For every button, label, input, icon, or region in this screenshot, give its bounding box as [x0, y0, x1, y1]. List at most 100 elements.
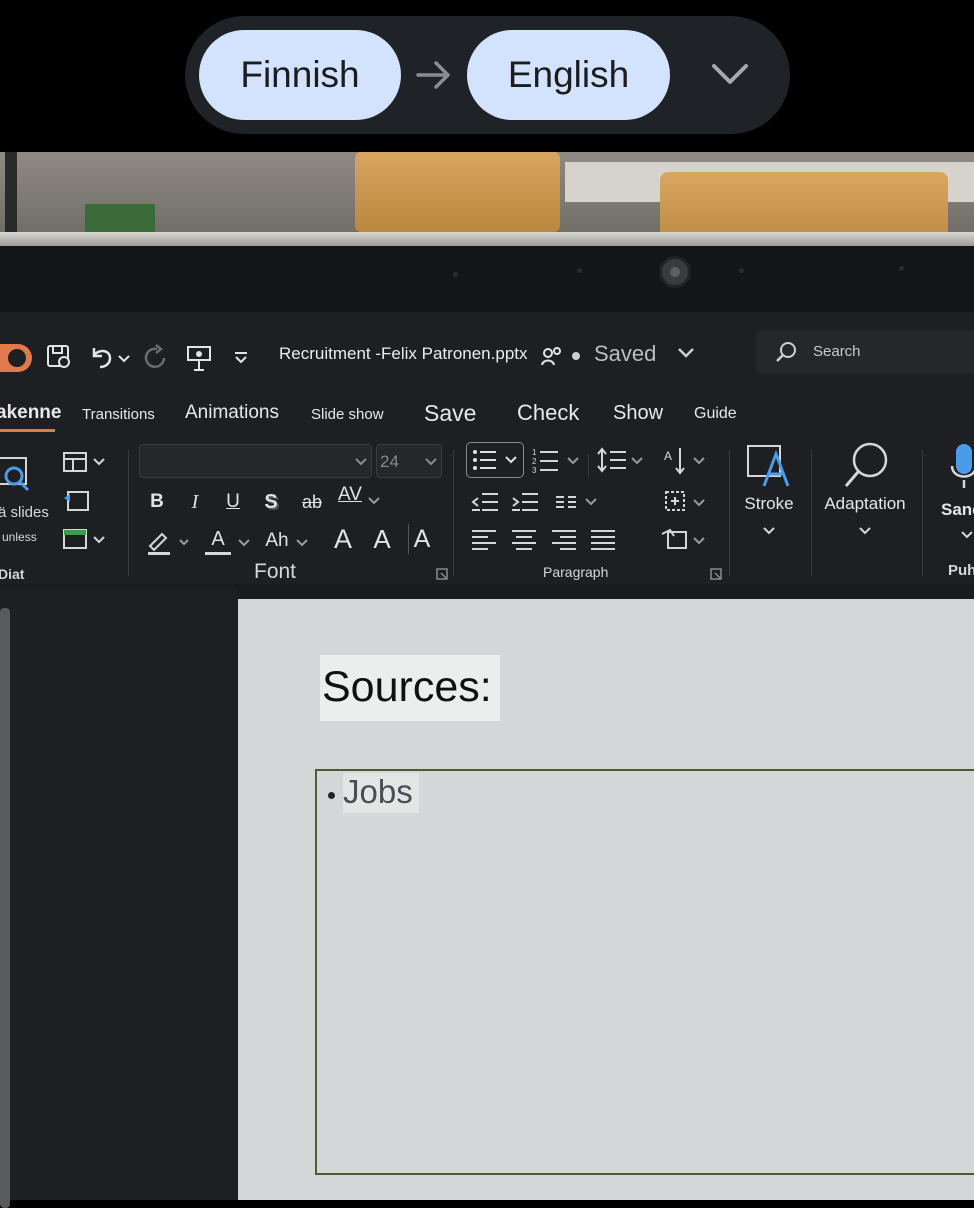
- line-spacing-icon[interactable]: [596, 446, 646, 474]
- language-selector: Finnish English: [185, 16, 790, 134]
- text-direction-icon[interactable]: A: [662, 446, 708, 476]
- align-right-icon[interactable]: [550, 528, 578, 552]
- bullets-button[interactable]: [466, 442, 524, 478]
- divider: [588, 454, 589, 476]
- increase-indent-icon[interactable]: [510, 490, 540, 514]
- align-text-icon[interactable]: [662, 488, 708, 516]
- separator-dot: [572, 352, 580, 360]
- slide-canvas[interactable]: Sources: Jobs: [238, 599, 974, 1200]
- shrink-font-button[interactable]: A: [369, 524, 395, 554]
- laptop-lid-edge: [0, 232, 974, 246]
- webcam: [659, 256, 691, 288]
- microphone-icon[interactable]: [950, 442, 974, 492]
- stroke-label[interactable]: Stroke: [737, 494, 801, 514]
- font-name-select[interactable]: [139, 444, 372, 478]
- ribbon: ä slides unless Diat 24 B I U S ab AV A …: [0, 436, 974, 584]
- layout-icon[interactable]: [62, 450, 108, 474]
- italic-button[interactable]: I: [186, 490, 204, 514]
- tab-guide[interactable]: Guide: [694, 405, 737, 423]
- decrease-indent-icon[interactable]: [470, 490, 500, 514]
- group-divider: [128, 450, 129, 576]
- tab-save[interactable]: Save: [424, 400, 476, 427]
- font-color-button[interactable]: A: [205, 526, 231, 555]
- tab-check[interactable]: Check: [517, 400, 579, 426]
- chevron-down-icon[interactable]: [296, 538, 308, 548]
- translate-bar: Finnish English: [0, 0, 974, 152]
- search-input[interactable]: Search: [756, 330, 974, 374]
- section-icon[interactable]: [62, 526, 108, 552]
- new-slide-icon[interactable]: [0, 454, 34, 496]
- voice-group-label: Puh: [948, 562, 974, 579]
- undo-icon[interactable]: [88, 344, 114, 370]
- grow-font-button[interactable]: A: [330, 524, 356, 554]
- chevron-down-icon[interactable]: [238, 538, 250, 548]
- content-placeholder[interactable]: Jobs: [315, 769, 974, 1175]
- scrollbar[interactable]: [0, 608, 10, 1208]
- chevron-down-icon[interactable]: [118, 354, 130, 364]
- redo-icon[interactable]: [142, 344, 170, 372]
- tab-design[interactable]: akenne: [0, 402, 61, 432]
- tab-show[interactable]: Show: [613, 402, 663, 425]
- underline-button[interactable]: U: [224, 490, 242, 514]
- dictate-label[interactable]: Sanc: [941, 500, 974, 520]
- group-divider: [811, 450, 812, 576]
- new-slide-label[interactable]: ä slides: [0, 504, 49, 521]
- share-people-icon[interactable]: [540, 344, 564, 368]
- source-language-button[interactable]: Finnish: [199, 30, 401, 120]
- chevron-down-icon[interactable]: [368, 496, 380, 506]
- adaptation-label[interactable]: Adaptation: [815, 494, 915, 514]
- slide-title[interactable]: Sources:: [322, 663, 492, 712]
- change-case-button[interactable]: Ah: [262, 528, 292, 554]
- save-status[interactable]: Saved: [594, 341, 656, 367]
- chevron-down-icon[interactable]: [677, 346, 695, 360]
- tab-slide-show[interactable]: Slide show: [311, 406, 384, 423]
- justify-icon[interactable]: [589, 528, 617, 552]
- tab-transitions[interactable]: Transitions: [82, 406, 155, 423]
- present-icon[interactable]: [186, 344, 212, 372]
- text-shadow-button[interactable]: S: [262, 490, 280, 514]
- reset-slide-icon[interactable]: [62, 488, 90, 514]
- chevron-down-icon[interactable]: [763, 526, 775, 536]
- dialog-launcher-icon[interactable]: [436, 568, 448, 580]
- autosave-toggle[interactable]: [0, 344, 32, 372]
- character-spacing-button[interactable]: AV: [336, 484, 364, 506]
- reuse-slides-label[interactable]: unless: [2, 530, 37, 544]
- svg-text:3: 3: [532, 466, 537, 474]
- room-background: [0, 152, 974, 240]
- align-center-icon[interactable]: [510, 528, 538, 552]
- strikethrough-button[interactable]: ab: [299, 490, 325, 514]
- align-left-icon[interactable]: [470, 528, 498, 552]
- chevron-down-icon: [355, 458, 367, 466]
- tab-animations[interactable]: Animations: [185, 402, 279, 424]
- save-icon[interactable]: [46, 344, 72, 370]
- columns-icon[interactable]: [554, 492, 600, 512]
- chair-leg: [5, 152, 17, 240]
- bold-button[interactable]: B: [148, 490, 166, 514]
- chevron-down-icon[interactable]: [961, 530, 973, 540]
- svg-text:2: 2: [532, 457, 537, 466]
- magnifier-icon[interactable]: [842, 440, 892, 492]
- smartart-icon[interactable]: [660, 526, 708, 554]
- ribbon-tabs: akenne Transitions Animations Slide show…: [0, 392, 974, 436]
- chevron-down-icon[interactable]: [859, 526, 871, 536]
- group-divider: [453, 450, 454, 576]
- arrow-right-icon: [416, 61, 450, 89]
- chevron-down-icon[interactable]: [710, 58, 750, 92]
- group-divider: [729, 450, 730, 576]
- search-icon: [776, 342, 796, 362]
- target-language-button[interactable]: English: [467, 30, 670, 120]
- dialog-launcher-icon[interactable]: [710, 568, 722, 580]
- slides-group-label: Diat: [0, 566, 25, 582]
- stroke-icon[interactable]: [744, 442, 794, 492]
- numbered-list-icon[interactable]: 1 2 3: [532, 446, 582, 474]
- clear-formatting-button[interactable]: A: [408, 524, 435, 554]
- customize-toolbar-icon[interactable]: [234, 352, 248, 364]
- title-bar: Recruitment -Felix Patronen.pptx Saved S…: [0, 312, 974, 392]
- chevron-down-icon: [425, 458, 437, 466]
- highlighter-icon[interactable]: [146, 528, 192, 556]
- bullet-item[interactable]: Jobs: [343, 773, 413, 811]
- powerpoint-window: Recruitment -Felix Patronen.pptx Saved S…: [0, 312, 974, 1208]
- font-size-select[interactable]: 24: [376, 444, 442, 478]
- laptop-bezel: [0, 246, 974, 312]
- file-name[interactable]: Recruitment -Felix Patronen.pptx: [279, 344, 528, 364]
